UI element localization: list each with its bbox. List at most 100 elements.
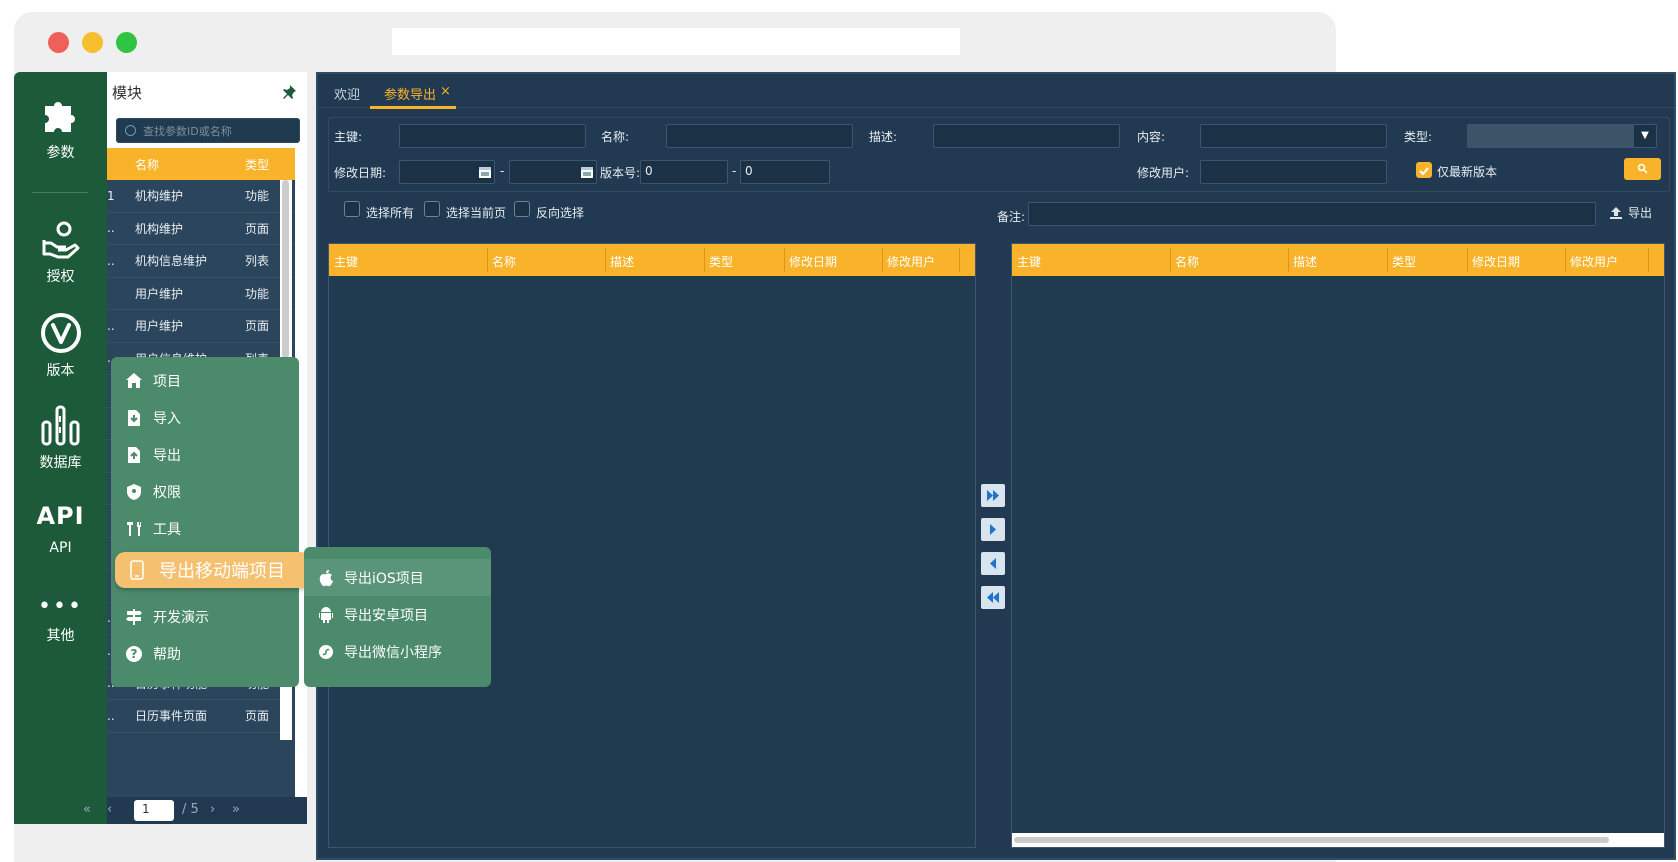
- col-desc[interactable]: 描述: [610, 253, 634, 270]
- move-right-button[interactable]: [981, 518, 1005, 541]
- arrow-left-icon: [990, 558, 996, 569]
- cell-type: 功能: [245, 286, 270, 301]
- chevron-down-icon[interactable]: ▼: [1634, 125, 1656, 147]
- table-row[interactable]: .. 机构信息维护 列表: [107, 245, 295, 278]
- content-input[interactable]: [1200, 124, 1387, 148]
- col-type[interactable]: 类型: [709, 253, 733, 270]
- tab-welcome[interactable]: 欢迎: [334, 84, 360, 103]
- col-date[interactable]: 修改日期: [1472, 253, 1520, 270]
- note-input[interactable]: [1028, 202, 1596, 226]
- desc-input[interactable]: [933, 124, 1120, 148]
- table-row[interactable]: .. 机构维护 页面: [107, 213, 295, 245]
- user-input[interactable]: [1200, 160, 1387, 184]
- col-name[interactable]: 名称: [492, 253, 516, 270]
- tab-param-export[interactable]: 参数导出: [384, 84, 436, 103]
- rail-item-auth[interactable]: 授权: [14, 220, 107, 286]
- file-export-icon: [128, 446, 140, 463]
- close-tab-icon[interactable]: ×: [440, 84, 451, 99]
- table-row[interactable]: .. 日历事件页面 页面: [107, 700, 295, 733]
- menu-item-help[interactable]: ? 帮助: [125, 636, 181, 671]
- latest-version-checkbox[interactable]: [1416, 162, 1432, 178]
- rail-item-api[interactable]: API API: [14, 502, 107, 556]
- table-row[interactable]: 1 机构维护 功能: [107, 180, 295, 213]
- name-input[interactable]: [666, 124, 853, 148]
- table-row[interactable]: 用户维护 功能: [107, 278, 295, 310]
- select-page-checkbox[interactable]: [424, 201, 440, 217]
- cell-name: 用户维护: [135, 286, 184, 301]
- calendar-icon[interactable]: [580, 165, 594, 179]
- menu-item-import[interactable]: 导入: [125, 400, 181, 435]
- table-row[interactable]: .. 用户维护 页面: [107, 310, 295, 343]
- key-input[interactable]: [399, 124, 586, 148]
- main-panel: 欢迎 参数导出 × 主键: 名称: 描述: 内容: 类型: ▼ 修改日期: - …: [316, 72, 1676, 860]
- version-from-input[interactable]: 0: [640, 160, 728, 184]
- menu-label: 帮助: [153, 646, 181, 663]
- move-left-button[interactable]: [981, 552, 1005, 575]
- next-page-icon[interactable]: ›: [210, 802, 215, 817]
- col-user[interactable]: 修改用户: [887, 253, 935, 270]
- col-name[interactable]: 名称: [127, 156, 245, 173]
- cell-type: 功能: [245, 189, 270, 204]
- rail-item-params[interactable]: 参数: [14, 96, 107, 162]
- submenu-item-wechat[interactable]: 导出微信小程序: [318, 634, 442, 669]
- more-dots-icon: •••: [38, 594, 83, 619]
- col-type[interactable]: 类型: [1392, 253, 1416, 270]
- select-all-checkbox[interactable]: [344, 201, 360, 217]
- menu-item-export[interactable]: 导出: [125, 437, 181, 472]
- cell-type: 页面: [245, 319, 270, 334]
- rail-item-more[interactable]: ••• 其他: [14, 594, 107, 645]
- date-from-input[interactable]: [399, 160, 495, 184]
- submenu-item-android[interactable]: 导出安卓项目: [318, 597, 428, 632]
- rail-item-database[interactable]: 数据库: [14, 404, 107, 472]
- page-input[interactable]: 1: [134, 800, 174, 821]
- version-label: 版本号:: [600, 166, 641, 180]
- grid-header: 主键 名称 描述 类型 修改日期 修改用户: [1012, 244, 1664, 276]
- move-all-left-button[interactable]: [981, 586, 1005, 609]
- move-all-right-button[interactable]: [981, 484, 1005, 507]
- date-to-input[interactable]: [509, 160, 597, 184]
- database-bars-icon: [41, 405, 79, 446]
- search-placeholder: 查找参数ID或名称: [143, 125, 232, 138]
- select-page-label: 选择当前页: [446, 206, 507, 220]
- search-input[interactable]: 查找参数ID或名称: [116, 118, 300, 143]
- first-page-icon[interactable]: «: [83, 802, 91, 817]
- col-type[interactable]: 类型: [245, 156, 285, 173]
- col-key[interactable]: 主键: [1017, 253, 1041, 270]
- svg-text:?: ?: [131, 647, 138, 661]
- minimize-window-icon[interactable]: [82, 32, 103, 53]
- prev-page-icon[interactable]: ‹: [107, 802, 112, 817]
- col-user[interactable]: 修改用户: [1570, 253, 1618, 270]
- col-name[interactable]: 名称: [1175, 253, 1199, 270]
- cell-id: ..: [107, 221, 115, 236]
- invert-select-checkbox[interactable]: [514, 201, 530, 217]
- content-label: 内容:: [1137, 130, 1166, 144]
- cell-type: 列表: [245, 254, 270, 269]
- col-desc[interactable]: 描述: [1293, 253, 1317, 270]
- export-button[interactable]: 导出: [1608, 204, 1652, 221]
- pin-icon[interactable]: [281, 84, 297, 100]
- rail-item-version[interactable]: 版本: [14, 312, 107, 380]
- menu-item-permission[interactable]: 权限: [125, 474, 181, 509]
- rail-label: 授权: [46, 269, 75, 285]
- calendar-icon[interactable]: [478, 165, 492, 179]
- close-window-icon[interactable]: [48, 32, 69, 53]
- horizontal-scrollbar[interactable]: [1012, 833, 1664, 847]
- menu-item-export-mobile[interactable]: 导出移动端项目: [115, 552, 310, 588]
- version-to-input[interactable]: 0: [740, 160, 830, 184]
- menu-item-dev-demo[interactable]: 开发演示: [125, 599, 209, 634]
- submenu-item-ios[interactable]: 导出iOS项目: [318, 560, 424, 595]
- grid-header: 主键 名称 描述 类型 修改日期 修改用户: [329, 244, 975, 276]
- col-key[interactable]: 主键: [334, 253, 358, 270]
- col-date[interactable]: 修改日期: [789, 253, 837, 270]
- last-page-icon[interactable]: »: [232, 802, 240, 817]
- address-bar[interactable]: [392, 28, 960, 55]
- double-arrow-right-icon: [987, 490, 999, 501]
- main-menu: 项目 导入 导出 权限 工具 开发演示 ? 帮助: [111, 357, 299, 687]
- type-select[interactable]: ▼: [1467, 124, 1657, 148]
- search-button[interactable]: [1624, 158, 1661, 180]
- menu-item-tools[interactable]: 工具: [125, 511, 181, 546]
- maximize-window-icon[interactable]: [116, 32, 137, 53]
- menu-item-project[interactable]: 项目: [125, 363, 181, 398]
- wechat-miniprogram-icon: [319, 644, 333, 659]
- cell-name: 机构维护: [135, 221, 184, 236]
